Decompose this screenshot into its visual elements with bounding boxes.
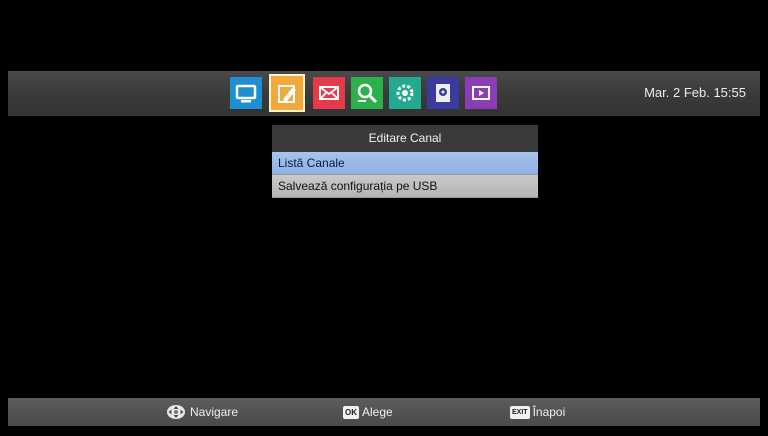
ok-key-icon: OK [343,405,359,419]
menu-item-channel-list[interactable]: Listă Canale [272,152,538,175]
submenu-title: Editare Canal [272,125,538,152]
navigate-hint: Navigare [166,403,238,421]
navigation-arrows-icon [167,405,185,419]
exit-label: Înapoi [532,405,566,419]
ok-hint: OK Alege [343,403,393,421]
media-icon[interactable] [427,77,459,109]
datetime-display: Mar. 2 Feb. 15:55 [644,85,746,100]
ok-label: Alege [362,405,393,419]
bottom-help-bar: Navigare OK Alege EXIT Înapoi [8,398,760,426]
search-icon[interactable] [351,77,383,109]
exit-key-icon: EXIT [510,405,530,419]
submenu-panel: Editare Canal Listă Canale Salvează conf… [272,125,538,198]
exit-hint: EXIT Înapoi [510,403,565,421]
screen: Mar. 2 Feb. 15:55 Editare Canal Listă Ca… [0,0,768,436]
settings-icon[interactable] [389,77,421,109]
top-menu-bar: Mar. 2 Feb. 15:55 [8,71,760,116]
mail-icon[interactable] [313,77,345,109]
navigate-label: Navigare [190,405,239,419]
play-icon[interactable] [465,77,497,109]
edit-icon[interactable] [269,74,305,112]
menu-item-save-usb[interactable]: Salvează configurația pe USB [272,175,538,198]
tv-icon[interactable] [230,77,262,109]
